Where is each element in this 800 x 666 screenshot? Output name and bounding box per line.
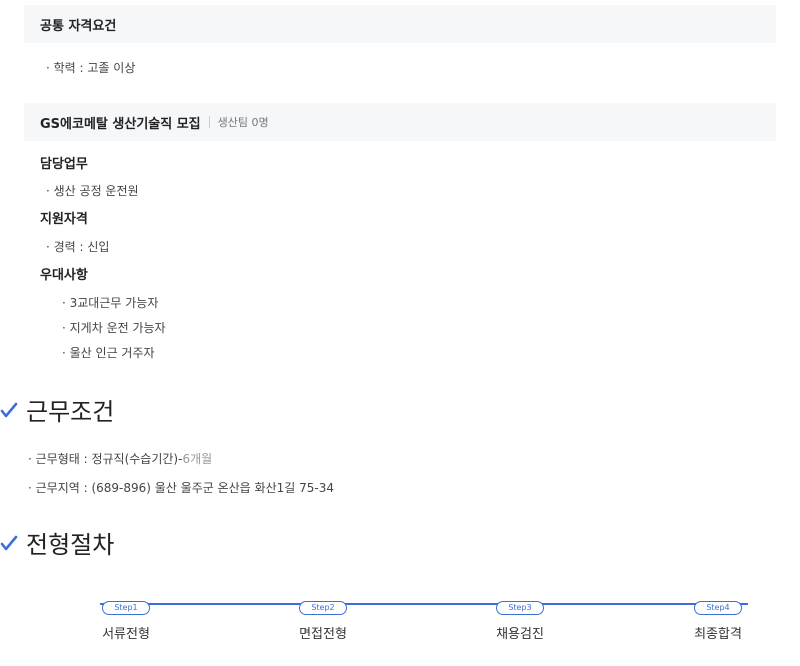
step-label: 면접전형 [299, 627, 347, 642]
duty-item: · 생산 공정 운전원 [46, 184, 139, 198]
step-2: Step2 면접전형 [273, 595, 373, 642]
preference-item: · 3교대근무 가능자 [62, 296, 159, 310]
check-icon [0, 535, 18, 550]
title-divider [208, 116, 210, 128]
process-steps: Step1 서류전형 Step2 면접전형 Step3 채용검진 Step4 최… [94, 595, 754, 645]
preference-item: · 울산 인근 거주자 [62, 346, 155, 360]
process-section-title: 전형절차 [0, 525, 114, 560]
check-icon [0, 402, 18, 417]
qualification-item: · 경력 : 신입 [46, 240, 110, 254]
preference-item: · 지게차 운전 가능자 [62, 321, 166, 335]
step-connector-line [100, 603, 748, 605]
step-badge: Step3 [496, 601, 544, 615]
duty-heading: 담당업무 [40, 157, 88, 172]
qualification-heading: 지원자격 [40, 212, 88, 227]
step-label: 최종합격 [694, 627, 742, 642]
process-title: 전형절차 [26, 531, 115, 559]
step-badge: Step4 [694, 601, 742, 615]
step-4: Step4 최종합격 [668, 595, 768, 642]
job-posting-bar: GS에코메탈 생산기술직 모집 생산팀 0명 [24, 103, 776, 141]
education-item: · 학력 : 고졸 이상 [46, 61, 136, 75]
conditions-title: 근무조건 [26, 398, 115, 426]
step-label: 서류전형 [102, 627, 150, 642]
employment-type-text: · 근무형태 : 정규직(수습기간)- [28, 452, 183, 466]
common-requirements-bar: 공통 자격요건 [24, 5, 776, 43]
team-count: 생산팀 0명 [217, 116, 269, 129]
preference-heading: 우대사항 [40, 268, 88, 283]
step-label: 채용검진 [496, 627, 544, 642]
probation-period: 6개월 [182, 452, 213, 466]
conditions-section-title: 근무조건 [0, 392, 114, 427]
step-1: Step1 서류전형 [76, 595, 176, 642]
employment-type: · 근무형태 : 정규직(수습기간)-6개월 [28, 450, 212, 467]
work-location: · 근무지역 : (689-896) 울산 울주군 온산읍 화산1길 75-34 [28, 481, 334, 495]
common-requirements-title: 공통 자격요건 [40, 18, 117, 34]
step-badge: Step1 [102, 601, 150, 615]
job-posting-title: GS에코메탈 생산기술직 모집 [40, 116, 201, 132]
step-badge: Step2 [299, 601, 347, 615]
step-3: Step3 채용검진 [470, 595, 570, 642]
